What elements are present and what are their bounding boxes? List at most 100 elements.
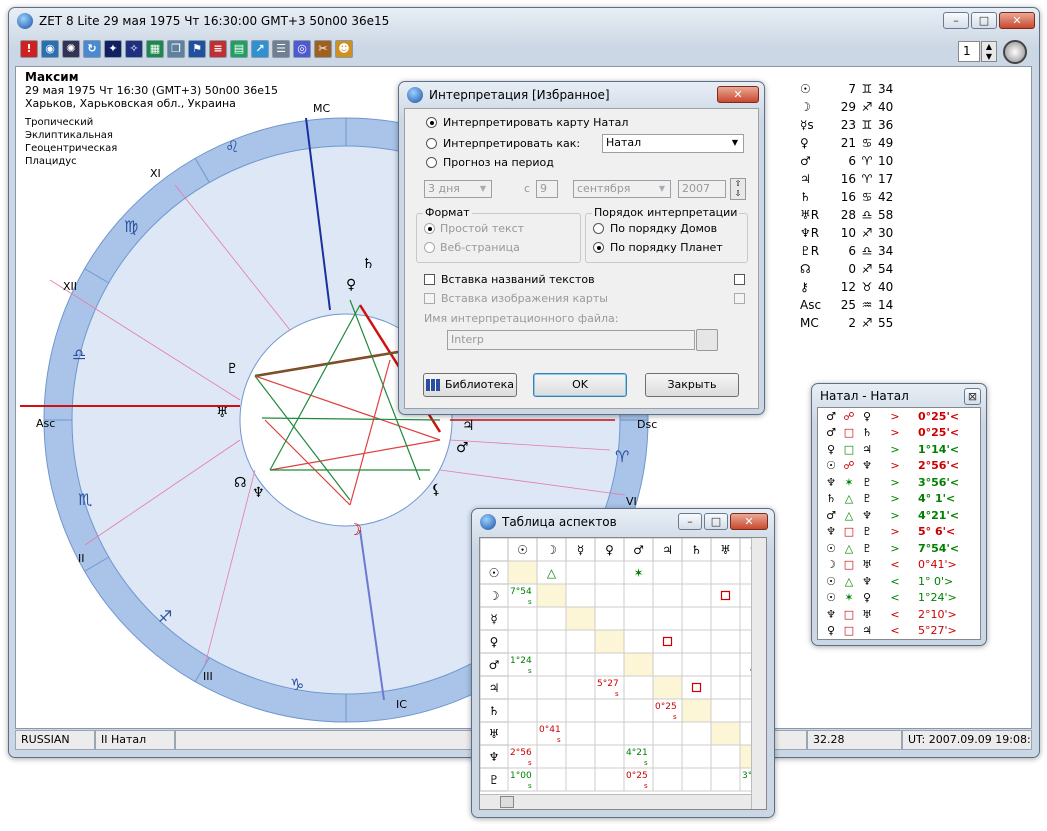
natal-aspect-row[interactable]: ♆ ✶ ♇ >3°56'<: [818, 474, 980, 491]
file-browse-button[interactable]: [696, 329, 718, 351]
year-spinner[interactable]: ⇧ ⇩: [730, 178, 746, 200]
natal-aspect-list[interactable]: ♂ ☍ ♀ >0°25'< ♂ □ ♄ >0°25'< ♀ □ ♃ >1°14'< ☉ ☍ ♆ >2°56'<…: [817, 407, 981, 640]
wheel-icon[interactable]: ✺: [62, 40, 80, 58]
natal-aspect-row[interactable]: ♂ ☍ ♀ >0°25'<: [818, 408, 980, 425]
aspect-minimize-button[interactable]: –: [678, 513, 702, 530]
aspect-maximize-button[interactable]: □: [704, 513, 728, 530]
status-value: 32.28: [807, 730, 902, 750]
grid-cell: [681, 675, 712, 700]
format-group-label: Формат: [423, 206, 472, 219]
period-value: 3 дня: [428, 182, 460, 195]
dial-icon[interactable]: ◎: [293, 40, 311, 58]
natal-close-button[interactable]: ⊠: [964, 388, 981, 405]
month-select[interactable]: сентября ▼: [573, 180, 671, 198]
sky-icon[interactable]: ✧: [125, 40, 143, 58]
interp-titlebar[interactable]: Интерпретация [Избранное]: [399, 82, 764, 108]
page-spinner[interactable]: ▲ ▼: [981, 41, 997, 62]
radio-order-planets[interactable]: [593, 242, 604, 253]
bookmark-icon[interactable]: ⚑: [188, 40, 206, 58]
natal-aspect-row[interactable]: ☉ ✶ ♀ <1°24'>: [818, 590, 980, 607]
natal-aspect-row[interactable]: ♀ □ ♃ <5°27'>: [818, 623, 980, 640]
sign-glyph: ♈: [861, 172, 873, 186]
grid-cell: [507, 606, 538, 631]
page-counter[interactable]: 1: [958, 41, 980, 62]
svg-text:☊: ☊: [234, 475, 246, 491]
people-icon[interactable]: ☻: [335, 40, 353, 58]
natal-aspect-row[interactable]: ♆ □ ♅ <2°10'>: [818, 606, 980, 623]
radio-fmt-web[interactable]: [424, 242, 435, 253]
direction-sign: <: [890, 558, 900, 572]
record-button-icon[interactable]: [1003, 40, 1027, 64]
direction-sign: <: [890, 574, 900, 588]
aspect-grid[interactable]: ☉☽☿♀♂♃♄♅♆♇☉☽☿♀♂♃♄♅♆♇△✶7°54s1°24s△5°27s0°…: [480, 538, 755, 798]
radio-order-houses[interactable]: [593, 223, 604, 234]
planet-glyph: ☽: [800, 100, 811, 114]
planet-2: ♆: [862, 574, 872, 588]
natal-aspect-row[interactable]: ☉ △ ♆ <1° 0'>: [818, 573, 980, 590]
position-degree: 6: [848, 154, 856, 168]
natal-aspect-row[interactable]: ☽ □ ♅ <0°41'>: [818, 557, 980, 574]
globe-icon[interactable]: ◉: [41, 40, 59, 58]
minimize-button[interactable]: –: [943, 12, 969, 29]
grid-cell: [565, 721, 596, 746]
vertical-scrollbar[interactable]: [751, 538, 766, 809]
day-field[interactable]: 9: [536, 180, 558, 198]
period-select[interactable]: 3 дня ▼: [424, 180, 492, 198]
year-field[interactable]: 2007: [678, 180, 726, 198]
interp-close-button[interactable]: ✕: [717, 86, 759, 103]
document-icon[interactable]: ☰: [272, 40, 290, 58]
natal-aspect-row[interactable]: ♀ □ ♃ >1°14'<: [818, 441, 980, 458]
star-map-icon[interactable]: ✦: [104, 40, 122, 58]
natal-aspect-row[interactable]: ♂ △ ♆ >4°21'<: [818, 507, 980, 524]
planet-glyph: Asc: [800, 298, 822, 312]
position-row: ♀ 21 ♋ 49: [800, 134, 902, 152]
radio-natal[interactable]: [426, 117, 437, 128]
radio-fmt-text[interactable]: [424, 223, 435, 234]
as-select[interactable]: Натал ▼: [602, 134, 744, 153]
aspect-close-button[interactable]: ✕: [730, 513, 768, 530]
radio-forecast[interactable]: [426, 157, 437, 168]
main-titlebar[interactable]: ZET 8 Lite 29 мая 1975 Чт 16:30:00 GMT+3…: [9, 8, 1039, 34]
planet-2: ♇: [862, 475, 872, 489]
grid-cell: [623, 629, 654, 654]
insert-titles-extra-checkbox[interactable]: [734, 274, 745, 285]
close-button[interactable]: ✕: [999, 12, 1035, 29]
refresh-icon[interactable]: ↻: [83, 40, 101, 58]
grid-icon[interactable]: ▤: [230, 40, 248, 58]
natal-aspect-row[interactable]: ♆ □ ♇ >5° 6'<: [818, 524, 980, 541]
insert-image-checkbox[interactable]: [424, 293, 435, 304]
radio-as[interactable]: [426, 138, 437, 149]
copy-icon[interactable]: ❐: [167, 40, 185, 58]
natal-aspect-row[interactable]: ♂ □ ♄ >0°25'<: [818, 425, 980, 442]
insert-titles-checkbox[interactable]: [424, 274, 435, 285]
natal-aspect-row[interactable]: ☉ △ ♇ >7°54'<: [818, 540, 980, 557]
column-header: ♀: [605, 543, 614, 557]
aspect-glyph: △: [844, 574, 854, 588]
record-icon[interactable]: !: [20, 40, 38, 58]
scrollbar-thumb[interactable]: [500, 796, 514, 808]
ok-button[interactable]: OK: [533, 373, 627, 397]
maximize-button[interactable]: □: [971, 12, 997, 29]
natal-aspect-row[interactable]: ♄ △ ♇ >4° 1'<: [818, 491, 980, 508]
aspect-glyph: □: [843, 607, 855, 621]
file-field[interactable]: Interp: [447, 330, 695, 350]
horizontal-scrollbar[interactable]: [480, 794, 751, 809]
grid-cell: [623, 606, 654, 631]
aspect-titlebar[interactable]: Таблица аспектов: [472, 509, 774, 535]
house-iii: III: [203, 670, 213, 683]
insert-image-extra-checkbox[interactable]: [734, 293, 745, 304]
tools-icon[interactable]: ✂: [314, 40, 332, 58]
list-icon[interactable]: ≡: [209, 40, 227, 58]
svg-text:♎: ♎: [72, 345, 86, 364]
svg-text:☽: ☽: [348, 520, 362, 539]
natal-aspect-row[interactable]: ☉ ☍ ♆ >2°56'<: [818, 458, 980, 475]
table-icon[interactable]: ▦: [146, 40, 164, 58]
close-dialog-button[interactable]: Закрыть: [645, 373, 739, 397]
library-button[interactable]: Библиотека: [423, 373, 517, 397]
natal-titlebar[interactable]: Натал - Натал: [812, 384, 986, 408]
app-icon: [407, 87, 423, 103]
orb-value: 2°56'<: [918, 459, 960, 473]
chart-icon[interactable]: ↗: [251, 40, 269, 58]
natal-aspect-row[interactable]: ♀□♅<6°40'>: [818, 639, 980, 640]
position-row: Asc 25 ♒ 14: [800, 296, 902, 314]
